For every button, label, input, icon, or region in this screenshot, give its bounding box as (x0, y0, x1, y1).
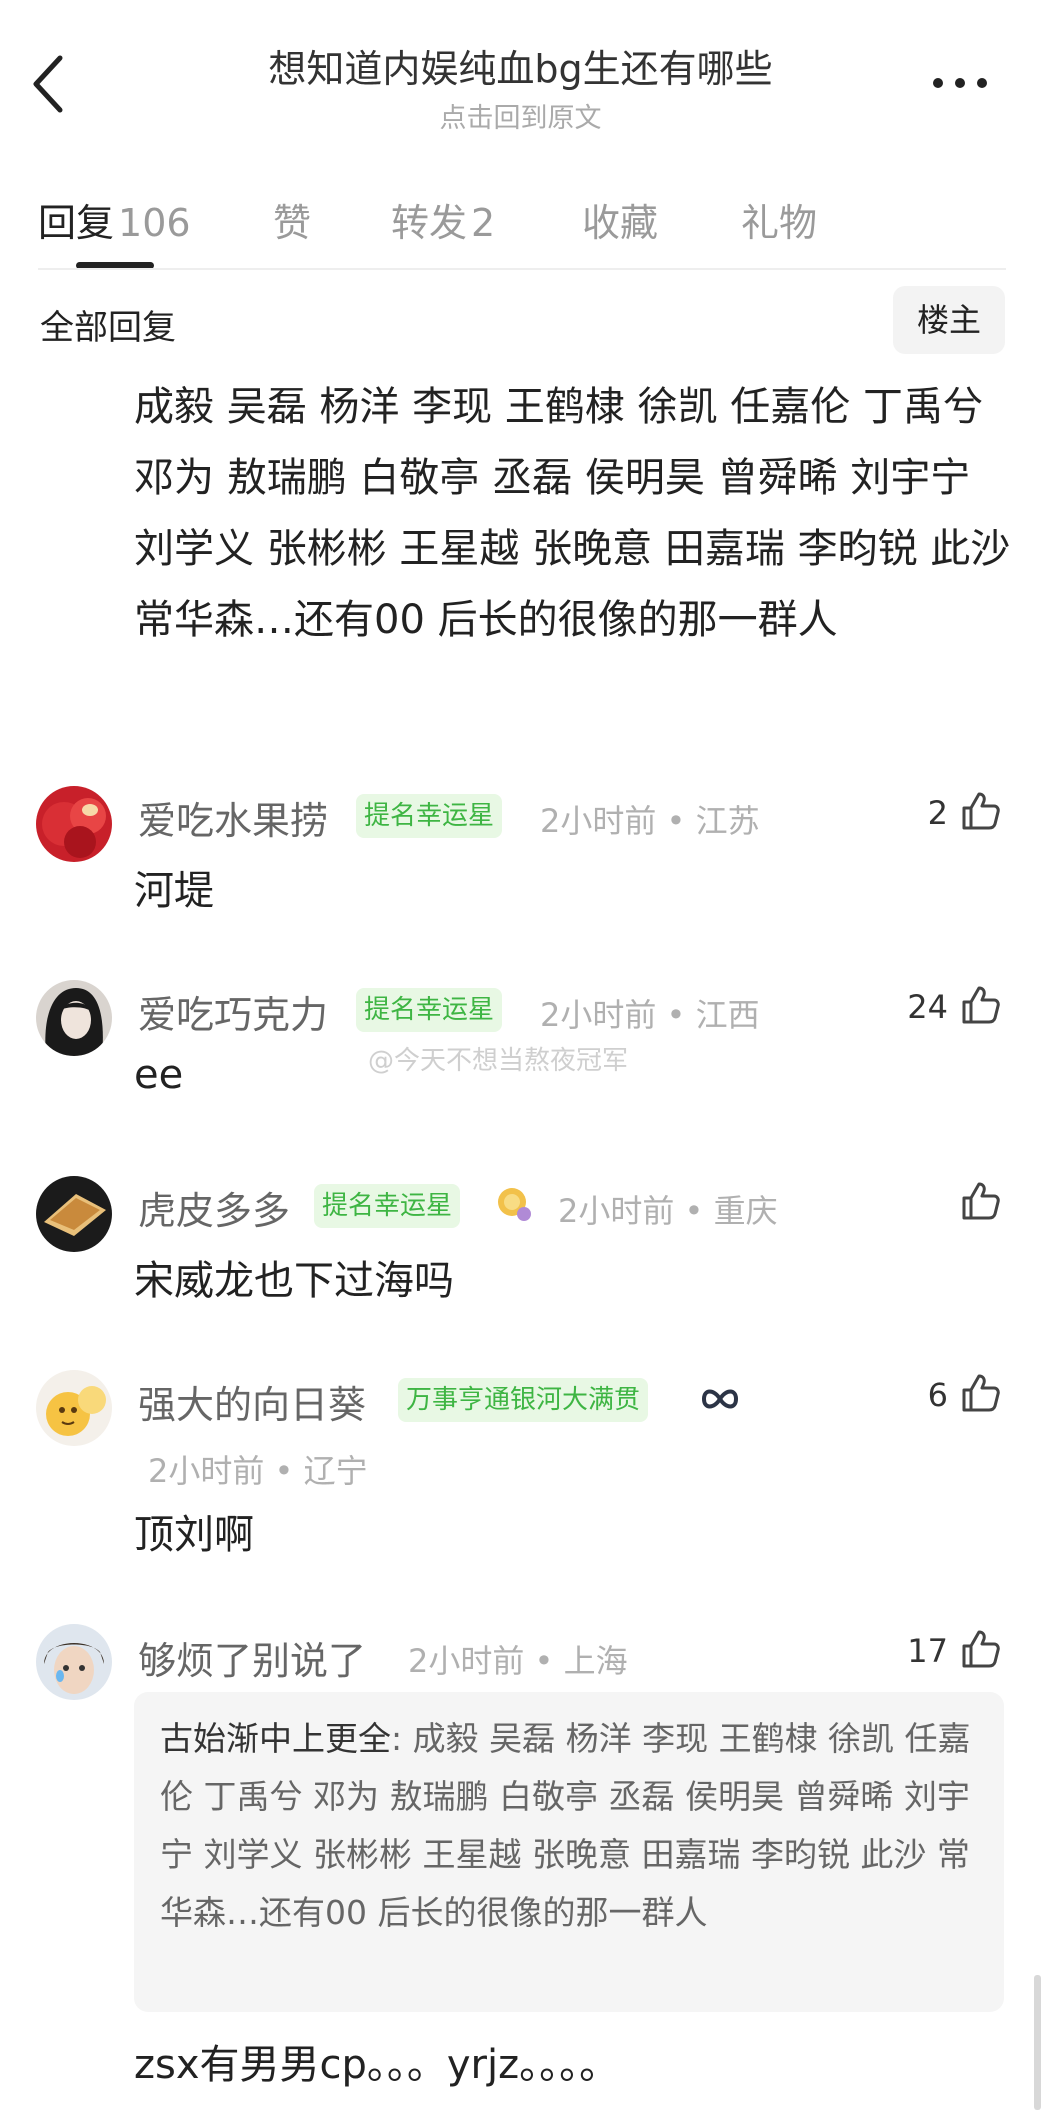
thumbs-up-icon[interactable] (960, 984, 1002, 1026)
comment-time: 2小时前 (540, 802, 657, 840)
quoted-reply-text: 古始渐中上更全: 成毅 吴磊 杨洋 李现 王鹤棣 徐凯 任嘉伦 丁禹兮 邓为 敖… (160, 1710, 980, 1942)
owner-filter-button[interactable]: 楼主 (893, 286, 1005, 354)
tab-replies[interactable]: 回复 106 (38, 192, 191, 247)
more-options-icon[interactable] (930, 68, 990, 98)
comment-meta: 2小时前 • 上海 (408, 1642, 628, 1680)
comment-text: 宋威龙也下过海吗 (134, 1258, 454, 1304)
comment-username[interactable]: 爱吃水果捞 (138, 790, 328, 845)
comment-time: 2小时前 (558, 1192, 675, 1230)
thumbs-up-icon[interactable] (960, 1628, 1002, 1670)
comment-meta: 2小时前 • 重庆 (558, 1192, 778, 1230)
comment-username[interactable]: 爱吃巧克力 (138, 984, 328, 1039)
like-count: 6 (927, 1376, 948, 1414)
nav-header: 想知道内娱纯血bg生还有哪些 点击回到原文 (0, 0, 1041, 140)
status-badge[interactable]: 提名幸运星 (356, 794, 503, 838)
post-title[interactable]: 想知道内娱纯血bg生还有哪些 (0, 38, 1041, 93)
tab-favorites-label: 收藏 (582, 201, 659, 245)
comment-time: 2小时前 (408, 1642, 525, 1680)
tab-reposts-count: 2 (471, 201, 496, 245)
comment-meta: 2小时前 • 辽宁 (148, 1452, 368, 1490)
avatar[interactable] (36, 1370, 112, 1446)
thumbs-up-icon[interactable] (960, 790, 1002, 832)
divider (38, 268, 1006, 270)
like-count: 2 (927, 794, 948, 832)
comment-time: 2小时前 (540, 996, 657, 1034)
tab-likes-label: 赞 (273, 201, 312, 245)
tab-gifts[interactable]: 礼物 (741, 192, 817, 247)
tab-reposts[interactable]: 转发 2 (391, 192, 495, 247)
avatar[interactable] (36, 980, 112, 1056)
tab-replies-count: 106 (118, 201, 191, 245)
status-badge[interactable]: 万事亨通银河大满贯 (398, 1378, 649, 1422)
section-title: 全部回复 (40, 308, 176, 348)
comment-meta: 2小时前 • 江苏 (540, 802, 760, 840)
like-count: 17 (907, 1632, 948, 1670)
avatar[interactable] (36, 1176, 112, 1252)
comment-location: 江苏 (695, 802, 760, 840)
comment-username[interactable]: 强大的向日葵 (138, 1374, 366, 1429)
status-badge[interactable]: 提名幸运星 (314, 1184, 461, 1228)
status-badge[interactable]: 提名幸运星 (356, 988, 503, 1032)
tab-replies-label: 回复 (38, 201, 115, 245)
comment-username[interactable]: 够烦了别说了 (138, 1630, 366, 1685)
comment-meta: 2小时前 • 江西 (540, 996, 760, 1034)
comment-username[interactable]: 虎皮多多 (138, 1180, 290, 1235)
quoted-author[interactable]: 古始渐中上更全 (160, 1719, 391, 1758)
thumbs-up-icon[interactable] (960, 1180, 1002, 1222)
watermark: @今天不想当熬夜冠军 (368, 1046, 629, 1076)
comment-text: 河堤 (134, 868, 214, 914)
comment-location: 辽宁 (303, 1452, 368, 1490)
back-to-original-link[interactable]: 点击回到原文 (0, 96, 1041, 135)
tab-favorites[interactable]: 收藏 (582, 192, 658, 247)
avatar[interactable] (36, 786, 112, 862)
tab-gifts-label: 礼物 (741, 201, 818, 245)
comment-text: zsx有男男cp。。。yrjz。。。。 (134, 2042, 620, 2088)
tab-bar: 回复 106 赞 转发 2 收藏 礼物 (0, 178, 1041, 270)
quoted-reply[interactable]: 古始渐中上更全: 成毅 吴磊 杨洋 李现 王鹤棣 徐凯 任嘉伦 丁禹兮 邓为 敖… (134, 1692, 1004, 2012)
tab-reposts-label: 转发 (391, 201, 468, 245)
comment-text: ee (134, 1052, 184, 1098)
comment-location: 重庆 (713, 1192, 778, 1230)
like-count: 24 (907, 988, 948, 1026)
comment-location: 上海 (563, 1642, 628, 1680)
main-reply-text: 成毅 吴磊 杨洋 李现 王鹤棣 徐凯 任嘉伦 丁禹兮 邓为 敖瑞鹏 白敬亭 丞磊… (134, 384, 1011, 643)
comment-text: 顶刘啊 (134, 1512, 254, 1558)
tab-likes[interactable]: 赞 (273, 192, 311, 247)
comment-time: 2小时前 (148, 1452, 265, 1490)
thumbs-up-icon[interactable] (960, 1372, 1002, 1414)
infinity-icon (700, 1384, 740, 1414)
scrollbar[interactable] (1034, 1975, 1041, 2110)
avatar[interactable] (36, 1624, 112, 1700)
comment-location: 江西 (695, 996, 760, 1034)
medal-icon[interactable] (494, 1184, 534, 1224)
